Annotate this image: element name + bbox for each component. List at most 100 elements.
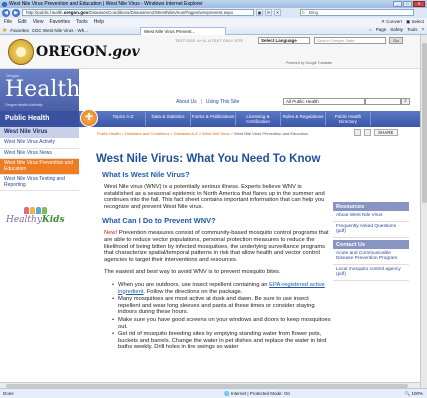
menu-tools[interactable]: Tools [76, 19, 88, 25]
favorites-button[interactable]: Favorites [10, 28, 29, 33]
left-nav-item-testing[interactable]: West Nile Virus Testing and Reporting [0, 175, 79, 191]
menu-bar: File Edit View Favorites Tools Help ✕ Co… [0, 18, 427, 26]
menu-file[interactable]: File [4, 19, 12, 25]
using-this-site-link[interactable]: Using This Site [206, 99, 240, 105]
url-field[interactable]: http://public.health.oregon.gov/Diseases… [22, 9, 254, 16]
nav-directory[interactable]: Public Health Directory [326, 112, 371, 126]
healthy-kids-logo[interactable]: HealthyKids [6, 207, 70, 233]
forward-button[interactable]: ▶ [12, 9, 20, 17]
oregon-search-input[interactable]: Search Oregon State [314, 37, 386, 44]
paragraph-what-is: West Nile virus (WNV) is a potentially s… [104, 184, 325, 210]
bing-icon: b [302, 10, 305, 15]
left-nav: West Nile Virus West Nile Virus Activity… [0, 127, 79, 191]
menu-help[interactable]: Help [94, 19, 104, 25]
public-health-cross-icon [80, 108, 98, 127]
window-title: West Nile Virus Prevention and Education… [9, 1, 203, 7]
home-icon[interactable]: ⌂ [369, 27, 372, 32]
oregon-logo[interactable]: OREGON.gov [36, 44, 140, 60]
health-search-input[interactable] [365, 98, 401, 105]
share-button[interactable]: SHARE [374, 129, 398, 136]
print-icon[interactable] [354, 129, 361, 136]
compat-view-icon[interactable]: ▣ [256, 9, 263, 16]
nav-forms-publications[interactable]: Forms & Publications [191, 112, 236, 126]
left-nav-item-activity[interactable]: West Nile Virus Activity [0, 138, 79, 149]
resources-header: Resources [333, 202, 409, 211]
contact-link-mosquito[interactable]: Local mosquito control agency (pdf) [333, 265, 409, 281]
left-nav-item-prevention[interactable]: West Nile Virus Prevention and Education [0, 159, 79, 175]
web-page: OREGON.gov TEXT SIZE: A+ A- A TEXT ONLY … [0, 35, 420, 388]
favorite-link-cdc[interactable]: CDC West Nile Virus - Wh... [32, 28, 88, 33]
status-bar: Done 🌐 Internet | Protected Mode: On 🔍 1… [0, 388, 427, 398]
security-zone: 🌐 Internet | Protected Mode: On [224, 391, 291, 396]
email-icon[interactable] [364, 129, 371, 136]
maximize-button[interactable]: □ [403, 1, 412, 7]
help-icon[interactable]: ? [421, 27, 424, 32]
contact-header: Contact Us [333, 239, 409, 249]
nav-licensing[interactable]: Licensing & Certification [236, 112, 281, 126]
breadcrumb: Public Health > Diseases and Conditions … [97, 131, 308, 136]
oregon-seal-icon [8, 39, 34, 65]
section-heading-prevent: What Can I Do to Prevent WNV? [102, 216, 216, 226]
vertical-scrollbar[interactable] [420, 35, 427, 388]
about-us-link[interactable]: About Us [176, 99, 197, 105]
oregon-health-logo[interactable]: Oregon Health Oregon Health Authority [0, 69, 80, 111]
breadcrumb-current: West Nile Virus Prevention and Education [232, 131, 309, 136]
ie-icon [2, 1, 7, 7]
new-badge: New! [104, 230, 118, 237]
nav-data-statistics[interactable]: Data & Statistics [146, 112, 191, 126]
list-item: When you are outdoors, use insect repell… [112, 282, 332, 295]
back-button[interactable]: ◀ [2, 9, 10, 17]
close-button[interactable]: ✕ [413, 1, 425, 7]
language-select[interactable]: Select Language [258, 37, 310, 44]
breadcrumb-links[interactable]: Public Health > Diseases and Conditions … [97, 131, 233, 136]
paragraph-prevention: New! Prevention measures consist of comm… [104, 230, 329, 263]
page-menu[interactable]: Page [376, 27, 387, 32]
main-content: West Nile Virus: What You Need To Know W… [96, 153, 332, 352]
text-size-links[interactable]: TEXT SIZE: A+ A- A TEXT ONLY SITE [175, 38, 243, 43]
oregon-search-button[interactable]: Go [389, 37, 403, 44]
list-item: Many mosquitoes are most active at dusk … [112, 296, 332, 316]
resource-link-about[interactable]: About West Nile Virus [333, 211, 409, 222]
convert-button[interactable]: ✕ Convert [381, 19, 402, 25]
contact-link-acdp[interactable]: Acute and Communicable Disease Preventio… [333, 249, 409, 265]
tools-menu[interactable]: Tools [407, 27, 418, 32]
menu-favorites[interactable]: Favorites [49, 19, 70, 25]
paragraph-easiest: The easiest and best way to avoid WNV is… [104, 269, 281, 276]
search-field[interactable]: b Bing [300, 9, 414, 16]
health-search-scope-select[interactable]: All Public Health [283, 98, 365, 105]
prevention-list: When you are outdoors, use insect repell… [112, 282, 332, 351]
menu-view[interactable]: View [33, 19, 44, 25]
address-bar: ◀ ▶ http://public.health.oregon.gov/Dise… [0, 8, 427, 23]
minimize-button[interactable]: _ [393, 1, 402, 7]
favorites-star-icon[interactable]: ★ [2, 27, 7, 34]
nav-topics-az[interactable]: Topics A-Z [101, 112, 146, 126]
health-search-icon[interactable]: ⌕ [401, 98, 410, 105]
section-heading-what-is: What Is West Nile Virus? [102, 170, 190, 179]
public-health-label[interactable]: Public Health [0, 111, 79, 127]
resource-link-faq[interactable]: Frequently Asked Questions (pdf) [333, 222, 409, 238]
select-button[interactable]: ▣ Select [406, 19, 424, 25]
list-item: Get rid of mosquito breeding sites by em… [112, 331, 332, 351]
zoom-level[interactable]: 🔍 100% [405, 389, 423, 398]
window-controls: _ □ ✕ [393, 1, 425, 7]
title-bar: West Nile Virus Prevention and Education… [0, 0, 427, 8]
left-nav-header[interactable]: West Nile Virus [0, 127, 79, 138]
page-title: West Nile Virus: What You Need To Know [96, 153, 321, 165]
list-item: Make sure you have good screens on your … [112, 317, 332, 330]
nav-rules-regulations[interactable]: Rules & Regulations [281, 112, 326, 126]
page-tools: SHARE [354, 129, 398, 136]
tab-wnv-prevention[interactable]: West Nile Virus Prevent... [140, 27, 226, 35]
safety-menu[interactable]: Safety [390, 27, 403, 32]
status-text: Done [3, 391, 14, 396]
public-health-nav: Public Health Topics A-Z Data & Statisti… [0, 108, 420, 127]
health-header: Oregon Health Oregon Health Authority Ab… [0, 69, 420, 127]
scrollbar-thumb[interactable] [422, 43, 427, 203]
translate-credit: Powered by Google Translate [286, 61, 333, 65]
oregon-header: OREGON.gov TEXT SIZE: A+ A- A TEXT ONLY … [0, 35, 420, 69]
resources-sidebar: Resources About West Nile Virus Frequent… [333, 202, 409, 281]
left-nav-item-news[interactable]: West Nile Virus News [0, 149, 79, 159]
stop-icon[interactable]: ✕ [274, 9, 281, 16]
menu-edit[interactable]: Edit [18, 19, 27, 25]
favorites-bar: ★ Favorites CDC West Nile Virus - Wh... … [0, 26, 427, 35]
refresh-icon[interactable]: ⟳ [265, 9, 272, 16]
